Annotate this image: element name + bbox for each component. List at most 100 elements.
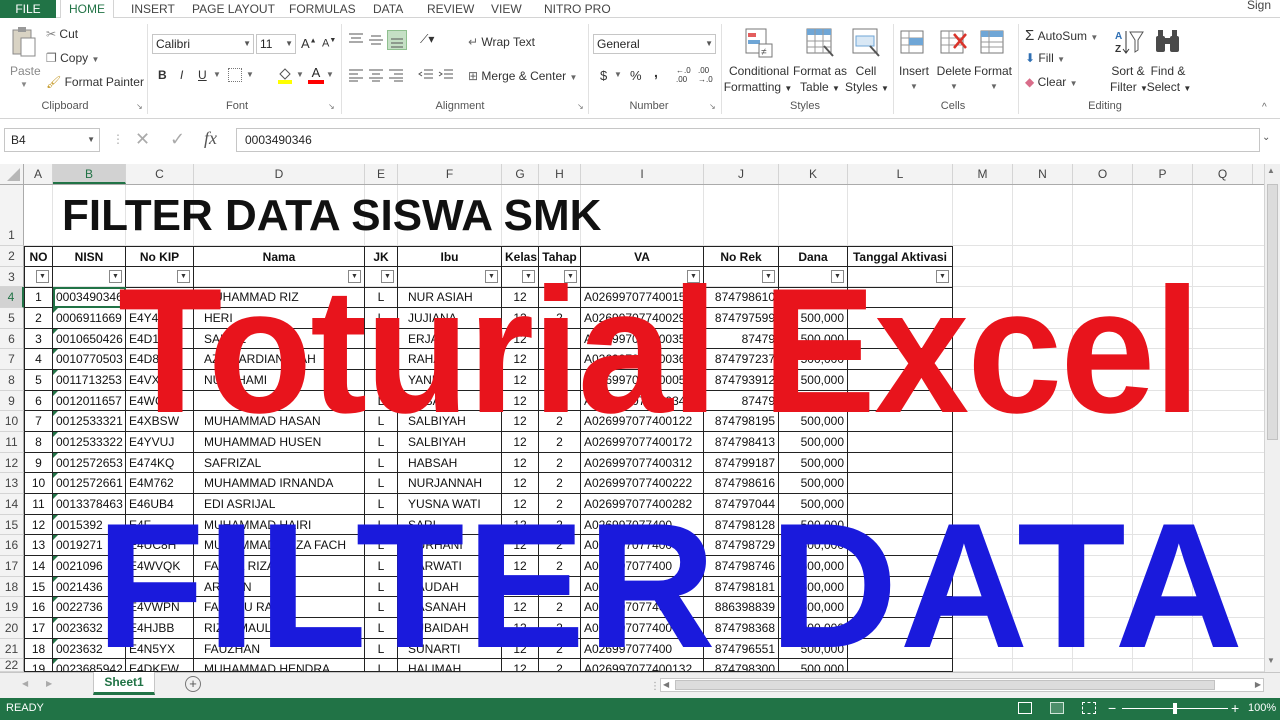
table-cell[interactable]: 11 — [24, 494, 53, 515]
name-box[interactable]: B4 ▼ — [4, 128, 100, 152]
add-sheet-button[interactable]: + — [185, 676, 201, 692]
underline-button[interactable]: U — [198, 68, 207, 82]
wrap-text-button[interactable]: ↵ Wrap Text — [468, 35, 535, 49]
table-cell[interactable]: 0003490346 — [53, 287, 126, 308]
chevron-down-icon[interactable]: ▼ — [990, 82, 998, 91]
conditional-formatting-label-2[interactable]: Formatting ▼ — [722, 80, 794, 94]
fill-button[interactable]: ⬇ Fill ▼ — [1025, 51, 1065, 65]
normal-view-icon[interactable] — [1018, 702, 1032, 714]
table-cell[interactable]: E474KQ — [126, 453, 194, 473]
row-header-9[interactable]: 9 — [0, 391, 24, 411]
cancel-icon[interactable]: ✕ — [135, 129, 150, 150]
dialog-launcher-icon[interactable]: ↘ — [709, 102, 716, 111]
sheet-tab-sheet1[interactable]: Sheet1 — [93, 672, 155, 695]
filter-dropdown-icon[interactable]: ▼ — [36, 270, 49, 283]
row-header-10[interactable]: 10 — [0, 411, 24, 432]
column-header-e[interactable]: E — [365, 164, 398, 184]
column-header-a[interactable]: A — [24, 164, 53, 184]
cell-styles-button[interactable]: Cell — [848, 64, 884, 78]
format-painter-button[interactable]: 🖌 Format Painter — [46, 75, 144, 89]
font-size-combo[interactable]: 11 ▼ — [256, 34, 296, 54]
column-header-d[interactable]: D — [194, 164, 365, 184]
insert-button[interactable]: Insert — [896, 64, 932, 78]
column-header-k[interactable]: K — [779, 164, 848, 184]
table-cell[interactable]: L — [365, 453, 398, 473]
row-header-3[interactable]: 3 — [0, 267, 24, 287]
next-sheet-icon[interactable]: ▶ — [46, 679, 52, 688]
paste-dropdown-icon[interactable]: ▼ — [20, 80, 28, 89]
find-select-button[interactable]: Find & — [1146, 64, 1190, 78]
align-middle-icon[interactable] — [368, 32, 384, 46]
tab-page-layout[interactable]: PAGE LAYOUT — [192, 0, 275, 18]
column-header-h[interactable]: H — [539, 164, 581, 184]
comma-button[interactable]: , — [654, 64, 658, 80]
row-header-18[interactable]: 18 — [0, 577, 24, 597]
table-cell[interactable]: 17 — [24, 618, 53, 639]
row-header-20[interactable]: 20 — [0, 618, 24, 639]
chevron-down-icon[interactable]: ▼ — [296, 70, 304, 79]
filter-row-cell[interactable]: ▼ — [53, 267, 126, 288]
table-cell[interactable]: 0010650426 — [53, 329, 126, 349]
dialog-launcher-icon[interactable]: ↘ — [328, 102, 335, 111]
table-cell[interactable]: 0012011657 — [53, 391, 126, 411]
row-header-6[interactable]: 6 — [0, 329, 24, 349]
row-header-12[interactable]: 12 — [0, 453, 24, 473]
table-cell[interactable]: 0012572653 — [53, 453, 126, 473]
table-cell[interactable] — [848, 453, 953, 473]
chevron-down-icon[interactable]: ▼ — [246, 70, 254, 79]
zoom-in-button[interactable]: + — [1231, 700, 1239, 716]
row-header-11[interactable]: 11 — [0, 432, 24, 453]
row-header-14[interactable]: 14 — [0, 494, 24, 515]
grow-font-icon[interactable]: A▲ — [301, 36, 317, 51]
table-cell[interactable]: 0012533322 — [53, 432, 126, 453]
vertical-scrollbar[interactable]: ▲ ▼ — [1264, 164, 1280, 672]
table-cell[interactable]: 14 — [24, 556, 53, 577]
zoom-slider-handle[interactable] — [1173, 703, 1177, 714]
horizontal-scrollbar[interactable]: ◀ ▶ — [660, 678, 1264, 692]
dialog-launcher-icon[interactable]: ↘ — [577, 102, 584, 111]
table-cell[interactable]: 874799187 — [704, 453, 779, 473]
borders-icon[interactable] — [228, 68, 242, 82]
tab-file[interactable]: FILE — [0, 0, 56, 18]
table-cell[interactable]: SAFRIZAL — [194, 453, 365, 473]
paste-button[interactable]: Paste — [10, 64, 41, 78]
table-cell[interactable]: 8 — [24, 432, 53, 453]
currency-button[interactable]: $ — [600, 68, 607, 83]
column-header-g[interactable]: G — [502, 164, 539, 184]
column-header-l[interactable]: L — [848, 164, 953, 184]
zoom-out-button[interactable]: − — [1108, 700, 1116, 716]
format-button[interactable]: Format — [973, 64, 1013, 78]
bold-button[interactable]: B — [158, 68, 167, 82]
page-layout-view-icon[interactable] — [1050, 702, 1064, 714]
chevron-down-icon[interactable]: ▼ — [614, 70, 622, 79]
table-cell[interactable]: 0011713253 — [53, 370, 126, 391]
row-header-2[interactable]: 2 — [0, 246, 24, 267]
row-header-15[interactable]: 15 — [0, 515, 24, 535]
filter-row-cell[interactable]: ▼ — [24, 267, 53, 288]
chevron-down-icon[interactable]: ▼ — [910, 82, 918, 91]
tab-formulas[interactable]: FORMULAS — [289, 0, 356, 18]
number-format-combo[interactable]: General ▼ — [593, 34, 716, 54]
table-cell[interactable]: 15 — [24, 577, 53, 597]
zoom-level[interactable]: 100% — [1248, 702, 1276, 714]
expand-formula-bar-icon[interactable]: ⌄ — [1262, 132, 1270, 143]
align-right-icon[interactable] — [388, 68, 404, 82]
row-header-8[interactable]: 8 — [0, 370, 24, 391]
dialog-launcher-icon[interactable]: ↘ — [136, 102, 143, 111]
table-cell[interactable]: 16 — [24, 597, 53, 618]
table-cell[interactable]: 2 — [24, 308, 53, 329]
prev-sheet-icon[interactable]: ◀ — [22, 679, 28, 688]
column-header-j[interactable]: J — [704, 164, 779, 184]
table-cell[interactable]: 7 — [24, 411, 53, 432]
column-header-b[interactable]: B — [53, 164, 126, 184]
table-cell[interactable]: 18 — [24, 639, 53, 659]
tab-data[interactable]: DATA — [373, 0, 403, 18]
row-header-17[interactable]: 17 — [0, 556, 24, 577]
table-cell[interactable]: 0012533321 — [53, 411, 126, 432]
table-cell[interactable]: 13 — [24, 535, 53, 556]
table-cell[interactable]: 12 — [24, 515, 53, 535]
increase-indent-icon[interactable] — [438, 68, 454, 82]
column-header-c[interactable]: C — [126, 164, 194, 184]
insert-function-button[interactable]: fx — [204, 128, 217, 149]
row-header-21[interactable]: 21 — [0, 639, 24, 659]
